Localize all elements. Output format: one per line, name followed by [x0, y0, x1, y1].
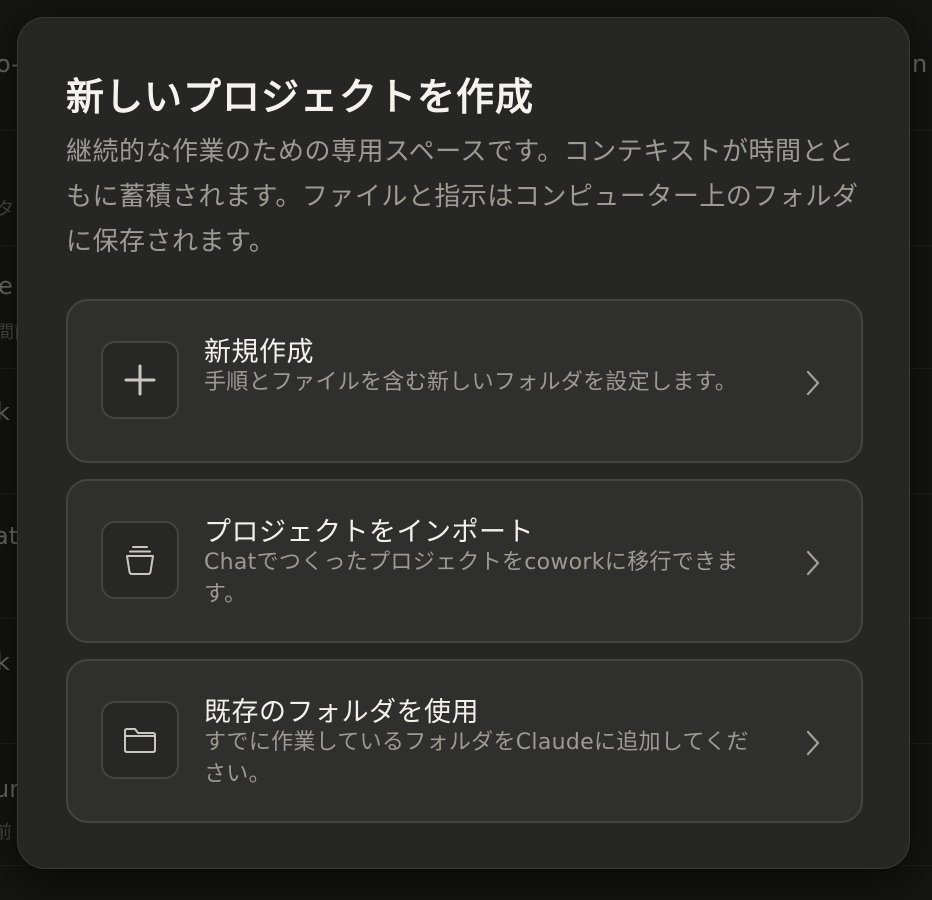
- background-text: at: [0, 522, 19, 550]
- chevron-right-icon: [806, 550, 820, 576]
- background-text: k: [0, 648, 10, 676]
- background-text: k: [0, 398, 10, 426]
- folder-icon: [124, 728, 156, 753]
- archive-icon: [126, 546, 154, 575]
- dialog-description: 継続的な作業のための専用スペースです。コンテキストが時間とともに蓄積されます。フ…: [66, 137, 859, 257]
- chevron-right-icon: [806, 730, 820, 756]
- option-description: すでに作業しているフォルダをClaudeに追加してください。: [204, 730, 749, 787]
- import-project-option[interactable]: プロジェクトをインポート Chatでつくったプロジェクトをcoworkに移行でき…: [66, 479, 863, 643]
- background-text: e: [0, 272, 13, 300]
- use-existing-folder-option[interactable]: 既存のフォルダを使用 すでに作業しているフォルダをClaudeに追加してください…: [66, 659, 863, 823]
- option-icon-box: [101, 341, 179, 419]
- plus-icon: [124, 364, 156, 396]
- background-text: タ: [0, 199, 14, 220]
- create-project-dialog: 新しいプロジェクトを作成 継続的な作業のための専用スペースです。コンテキストが時…: [17, 17, 910, 869]
- background-text: 前: [0, 822, 12, 843]
- chevron-right-icon: [806, 370, 820, 396]
- option-title: プロジェクトをインポート: [204, 517, 534, 548]
- option-icon-box: [101, 701, 179, 779]
- background-text: n: [912, 50, 928, 78]
- dialog-title: 新しいプロジェクトを作成: [66, 75, 535, 119]
- option-description: 手順とファイルを含む新しいフォルダを設定します。: [204, 370, 738, 395]
- option-description: Chatでつくったプロジェクトをcoworkに移行できます。: [204, 550, 739, 607]
- option-title: 新規作成: [204, 337, 314, 368]
- create-new-option[interactable]: 新規作成 手順とファイルを含む新しいフォルダを設定します。: [66, 299, 863, 463]
- option-title: 既存のフォルダを使用: [204, 697, 479, 728]
- option-icon-box: [101, 521, 179, 599]
